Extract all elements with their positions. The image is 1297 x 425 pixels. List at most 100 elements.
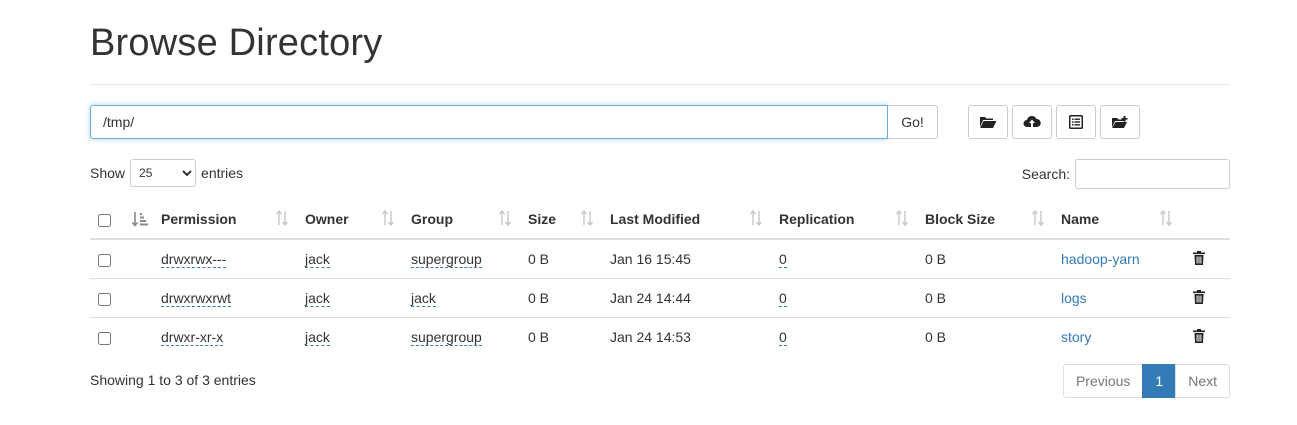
column-header-replication[interactable]: Replication (771, 200, 917, 240)
sort-icon (381, 210, 395, 226)
replication-cell: 0 (771, 278, 917, 318)
file-name-link[interactable]: story (1061, 329, 1091, 345)
replication-value[interactable]: 0 (779, 251, 787, 268)
owner-cell: jack (297, 278, 403, 318)
column-header-size[interactable]: Size (520, 200, 602, 240)
page-length-control: Show 102550100 entries (90, 159, 243, 187)
owner-value[interactable]: jack (305, 251, 330, 268)
open-folder-button[interactable] (968, 105, 1008, 139)
search-label: Search: (1021, 166, 1070, 182)
permission-cell: drwxrwxrwt (153, 278, 297, 318)
list-button[interactable] (1056, 105, 1096, 139)
file-name-link[interactable]: hadoop-yarn (1061, 251, 1140, 267)
create-directory-button[interactable] (1100, 105, 1140, 139)
page-title: Browse Directory (90, 22, 383, 64)
block-size-cell: 0 B (925, 251, 947, 267)
sort-icon (580, 210, 594, 226)
owner-cell: jack (297, 317, 403, 356)
row-checkbox[interactable] (98, 331, 111, 345)
empty-cell (130, 278, 153, 318)
column-header-block-size[interactable]: Block Size (917, 200, 1053, 240)
sort-icon (1031, 210, 1045, 226)
name-cell: hadoop-yarn (1053, 239, 1181, 279)
size-cell: 0 B (528, 251, 550, 267)
trash-icon[interactable] (1193, 250, 1205, 265)
column-label: Replication (779, 211, 855, 227)
column-header-last-modified[interactable]: Last Modified (602, 200, 771, 240)
column-header-owner[interactable]: Owner (297, 200, 403, 240)
empty-cell (130, 317, 153, 356)
actions-header (1181, 200, 1230, 240)
column-header-group[interactable]: Group (403, 200, 520, 240)
group-cell: supergroup (403, 317, 520, 356)
table-row: drwxrwx--- jack supergroup 0 B Jan 16 15… (90, 239, 1230, 279)
owner-value[interactable]: jack (305, 290, 330, 307)
column-label: Size (528, 211, 557, 227)
search-input[interactable] (1075, 159, 1230, 189)
name-cell: logs (1053, 278, 1181, 318)
sort-icon (749, 210, 763, 226)
permission-value[interactable]: drwxrwxrwt (161, 290, 231, 307)
group-value[interactable]: jack (411, 290, 436, 307)
column-label: Group (411, 211, 453, 227)
replication-cell: 0 (771, 239, 917, 279)
column-label: Permission (161, 211, 237, 227)
last-modified-cell: Jan 16 15:45 (610, 251, 691, 267)
owner-cell: jack (297, 239, 403, 279)
column-label: Owner (305, 211, 349, 227)
block-size-cell: 0 B (917, 317, 1053, 356)
replication-value[interactable]: 0 (779, 329, 787, 346)
row-select-cell (90, 278, 130, 318)
browse-directory-page: Browse Directory Go! (0, 0, 1297, 425)
size-cell: 0 B (520, 278, 602, 318)
actions-cell (1181, 239, 1230, 279)
upload-button[interactable] (1012, 105, 1052, 139)
group-cell: supergroup (403, 239, 520, 279)
search-control: Search: (1022, 159, 1230, 189)
permission-cell: drwxrwx--- (153, 239, 297, 279)
create-folder-icon (1112, 116, 1128, 128)
size-cell: 0 B (520, 317, 602, 356)
sort-ascending-icon (132, 212, 148, 227)
show-label: Show (90, 165, 126, 181)
replication-cell: 0 (771, 317, 917, 356)
list-alt-icon (1069, 115, 1083, 129)
name-cell: story (1053, 317, 1181, 356)
group-value[interactable]: supergroup (411, 329, 482, 346)
permission-cell: drwxr-xr-x (153, 317, 297, 356)
previous-page-button[interactable]: Previous (1062, 364, 1144, 398)
permission-value[interactable]: drwxrwx--- (161, 251, 227, 268)
title-divider (90, 84, 1230, 85)
column-header-name[interactable]: Name (1053, 200, 1181, 240)
row-select-cell (90, 239, 130, 279)
cloud-upload-icon (1023, 115, 1041, 127)
block-size-cell: 0 B (917, 278, 1053, 318)
sort-header[interactable] (130, 200, 153, 240)
actions-cell (1181, 317, 1230, 356)
next-page-button[interactable]: Next (1175, 364, 1230, 398)
column-label: Last Modified (610, 211, 701, 227)
trash-icon[interactable] (1193, 289, 1205, 304)
group-value[interactable]: supergroup (411, 251, 482, 268)
column-header-permission[interactable]: Permission (153, 200, 297, 240)
trash-icon[interactable] (1193, 328, 1205, 343)
page-1-button[interactable]: 1 (1142, 364, 1177, 398)
row-checkbox[interactable] (98, 292, 111, 306)
replication-value[interactable]: 0 (779, 290, 787, 307)
select-all-checkbox[interactable] (98, 213, 111, 227)
empty-cell (130, 239, 153, 279)
permission-value[interactable]: drwxr-xr-x (161, 329, 224, 346)
owner-value[interactable]: jack (305, 329, 330, 346)
column-label: Block Size (925, 211, 996, 227)
sort-icon (498, 210, 512, 226)
go-button[interactable]: Go! (888, 105, 938, 139)
table-header-row: Permission Owner Group Size Last Modifie… (90, 200, 1230, 240)
row-checkbox[interactable] (98, 253, 111, 267)
sort-icon (895, 210, 909, 226)
page-length-select[interactable]: 102550100 (130, 159, 197, 187)
sort-icon (275, 210, 289, 226)
folder-open-icon (980, 117, 997, 128)
table-row: drwxr-xr-x jack supergroup 0 B Jan 24 14… (90, 317, 1230, 356)
directory-path-input[interactable] (90, 105, 888, 139)
file-name-link[interactable]: logs (1061, 290, 1087, 306)
